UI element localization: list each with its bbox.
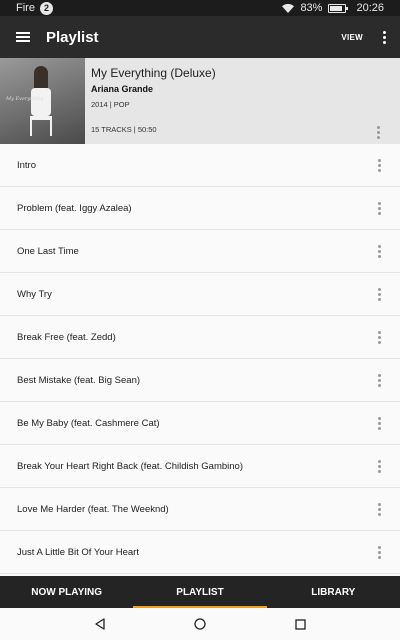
track-row[interactable]: Intro <box>0 144 400 187</box>
track-overflow-icon[interactable] <box>376 329 383 346</box>
track-overflow-icon[interactable] <box>376 243 383 260</box>
track-list: Intro Problem (feat. Iggy Azalea) One La… <box>0 144 400 576</box>
status-right: 83% 20:26 <box>282 2 384 14</box>
back-button[interactable] <box>80 608 120 640</box>
battery-percent: 83% <box>300 2 323 14</box>
track-name: Just A Little Bit Of Your Heart <box>17 546 139 558</box>
carrier-label: Fire <box>16 2 35 14</box>
track-name: Intro <box>17 159 37 171</box>
album-title: My Everything (Deluxe) <box>91 66 216 80</box>
page-title: Playlist <box>46 28 99 46</box>
view-button[interactable]: VIEW <box>341 33 363 42</box>
recents-icon <box>294 618 306 630</box>
track-overflow-icon[interactable] <box>376 415 383 432</box>
track-name: Problem (feat. Iggy Azalea) <box>17 202 132 214</box>
tab-library[interactable]: LIBRARY <box>267 576 400 608</box>
battery-fill <box>330 5 343 11</box>
track-row[interactable]: Problem (feat. Iggy Azalea) <box>0 187 400 230</box>
track-overflow-icon[interactable] <box>376 200 383 217</box>
track-name: Break Your Heart Right Back (feat. Child… <box>17 460 243 472</box>
track-overflow-icon[interactable] <box>376 501 383 518</box>
app-bar: Playlist VIEW <box>0 16 400 58</box>
track-name: Be My Baby (feat. Cashmere Cat) <box>17 417 160 429</box>
album-header: My Everything My Everything (Deluxe) Ari… <box>0 58 400 144</box>
battery-icon <box>328 3 349 13</box>
album-artist: Ariana Grande <box>91 84 154 94</box>
track-row[interactable]: Love Me Harder (feat. The Weeknd) <box>0 488 400 531</box>
wifi-icon <box>282 3 295 13</box>
overflow-menu-icon[interactable] <box>381 29 388 46</box>
track-row[interactable]: One Last Time <box>0 230 400 273</box>
track-row[interactable]: Why Try <box>0 273 400 316</box>
home-button[interactable] <box>180 608 220 640</box>
track-overflow-icon[interactable] <box>376 157 383 174</box>
album-art-script: My Everything <box>6 96 44 102</box>
track-overflow-icon[interactable] <box>376 286 383 303</box>
notification-badge: 2 <box>39 1 53 15</box>
album-tracks-duration: 15 TRACKS | 50:50 <box>91 125 157 134</box>
track-overflow-icon[interactable] <box>376 458 383 475</box>
album-overflow-icon[interactable] <box>375 124 382 141</box>
track-name: Love Me Harder (feat. The Weeknd) <box>17 503 169 515</box>
track-name: Break Free (feat. Zedd) <box>17 331 116 343</box>
system-nav-bar <box>0 608 400 640</box>
tab-playlist[interactable]: PLAYLIST <box>133 576 267 608</box>
track-overflow-icon[interactable] <box>376 372 383 389</box>
track-row[interactable]: Be My Baby (feat. Cashmere Cat) <box>0 402 400 445</box>
track-row[interactable]: Break Free (feat. Zedd) <box>0 316 400 359</box>
album-year-genre: 2014 | POP <box>91 100 130 109</box>
track-name: One Last Time <box>17 245 79 257</box>
track-row[interactable]: Best Mistake (feat. Big Sean) <box>0 359 400 402</box>
track-overflow-icon[interactable] <box>376 544 383 561</box>
recents-button[interactable] <box>280 608 320 640</box>
menu-icon[interactable] <box>16 32 30 42</box>
bottom-tab-bar: NOW PLAYING PLAYLIST LIBRARY <box>0 576 400 608</box>
back-icon <box>95 618 105 630</box>
track-row[interactable]: Break Your Heart Right Back (feat. Child… <box>0 445 400 488</box>
album-art: My Everything <box>0 58 85 144</box>
track-name: Best Mistake (feat. Big Sean) <box>17 374 141 386</box>
home-icon <box>194 618 206 630</box>
track-name: Why Try <box>17 288 52 300</box>
status-bar: Fire 2 83% 20:26 <box>0 0 400 16</box>
track-row[interactable]: Just A Little Bit Of Your Heart <box>0 531 400 574</box>
album-info: My Everything (Deluxe) Ariana Grande 201… <box>85 58 400 144</box>
status-time: 20:26 <box>356 2 384 14</box>
tab-now-playing[interactable]: NOW PLAYING <box>0 576 133 608</box>
